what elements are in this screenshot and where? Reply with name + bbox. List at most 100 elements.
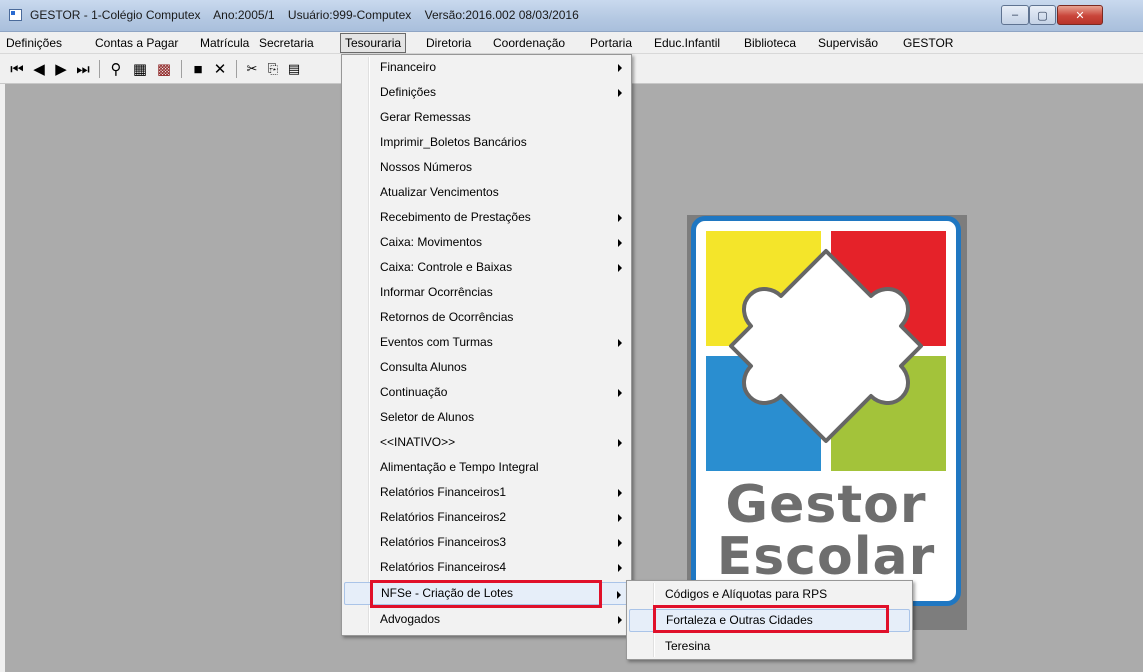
menu-item-label: Caixa: Movimentos <box>380 235 483 249</box>
submenu-arrow-icon <box>618 514 622 522</box>
submenu-arrow-icon <box>618 616 622 624</box>
menu-diretoria[interactable]: Diretoria <box>426 35 471 51</box>
menu-item-nossos-numeros[interactable]: Nossos Números <box>344 156 629 179</box>
menu-item-label: Atualizar Vencimentos <box>380 185 499 199</box>
menu-educ-infantil[interactable]: Educ.Infantil <box>654 35 720 51</box>
menu-item-label: Fortaleza e Outras Cidades <box>666 613 813 627</box>
menu-item-atualizar-vencimentos[interactable]: Atualizar Vencimentos <box>344 181 629 204</box>
menu-item-label: Caixa: Controle e Baixas <box>380 260 513 274</box>
menu-item-label: Relatórios Financeiros1 <box>380 485 507 499</box>
title-bar: GESTOR - 1-Colégio Computex Ano:2005/1 U… <box>0 0 1143 32</box>
menu-item-definicoes[interactable]: Definições <box>344 81 629 104</box>
menu-portaria[interactable]: Portaria <box>590 35 632 51</box>
menu-item-relatorios-financeiros2[interactable]: Relatórios Financeiros2 <box>344 506 629 529</box>
menu-item-label: Consulta Alunos <box>380 360 467 374</box>
submenu-arrow-icon <box>617 591 621 599</box>
menu-item-label: Nossos Números <box>380 160 473 174</box>
menu-item-seletor-alunos[interactable]: Seletor de Alunos <box>344 406 629 429</box>
menu-item-caixa-movimentos[interactable]: Caixa: Movimentos <box>344 231 629 254</box>
save-icon[interactable]: ■ <box>188 59 208 79</box>
menu-item-nfse-criacao-lotes[interactable]: NFSe - Criação de Lotes <box>344 582 629 605</box>
tesouraria-menu: Financeiro Definições Gerar Remessas Imp… <box>341 54 632 636</box>
menu-item-relatorios-financeiros4[interactable]: Relatórios Financeiros4 <box>344 556 629 579</box>
submenu-arrow-icon <box>618 339 622 347</box>
menu-item-alimentacao-tempo-integral[interactable]: Alimentação e Tempo Integral <box>344 456 629 479</box>
menu-item-financeiro[interactable]: Financeiro <box>344 56 629 79</box>
last-record-icon[interactable]: ⏭ <box>74 59 92 79</box>
menu-item-imprimir-boletos[interactable]: Imprimir_Boletos Bancários <box>344 131 629 154</box>
nfse-submenu: Códigos e Alíquotas para RPS Fortaleza e… <box>626 580 913 660</box>
menu-item-label: Seletor de Alunos <box>380 410 475 424</box>
toolbar-separator <box>181 60 182 78</box>
menu-matricula[interactable]: Matrícula <box>200 35 249 51</box>
menu-item-label: Retornos de Ocorrências <box>380 310 514 324</box>
paste-icon[interactable]: ▤ <box>285 59 303 79</box>
menu-contas-a-pagar[interactable]: Contas a Pagar <box>95 35 178 51</box>
menu-bar: Definições Contas a Pagar Matrícula Secr… <box>0 32 1143 54</box>
menu-item-relatorios-financeiros1[interactable]: Relatórios Financeiros1 <box>344 481 629 504</box>
toolbar-separator <box>236 60 237 78</box>
maximize-icon: ▢ <box>1037 9 1048 22</box>
window-left-border <box>0 84 5 672</box>
menu-item-label: Advogados <box>380 612 441 626</box>
menu-item-label: Relatórios Financeiros4 <box>380 560 507 574</box>
next-record-icon[interactable]: ▶ <box>52 59 70 79</box>
menu-item-label: Eventos com Turmas <box>380 335 493 349</box>
menu-item-consulta-alunos[interactable]: Consulta Alunos <box>344 356 629 379</box>
window-title: GESTOR - 1-Colégio Computex Ano:2005/1 U… <box>30 8 579 22</box>
submenu-arrow-icon <box>618 64 622 72</box>
menu-item-recebimento-prestacoes[interactable]: Recebimento de Prestações <box>344 206 629 229</box>
menu-item-inativo[interactable]: <<INATIVO>> <box>344 431 629 454</box>
menu-secretaria[interactable]: Secretaria <box>259 35 314 51</box>
submenu-arrow-icon <box>618 264 622 272</box>
cut-icon[interactable]: ✂ <box>243 59 261 79</box>
menu-item-caixa-controle-baixas[interactable]: Caixa: Controle e Baixas <box>344 256 629 279</box>
menu-supervisao[interactable]: Supervisão <box>818 35 878 51</box>
submenu-arrow-icon <box>618 489 622 497</box>
menu-item-label: Gerar Remessas <box>380 110 471 124</box>
menu-definicoes[interactable]: Definições <box>6 35 62 51</box>
menu-item-label: Códigos e Alíquotas para RPS <box>665 587 828 601</box>
close-button[interactable]: ✕ <box>1057 5 1103 25</box>
menu-coordenacao[interactable]: Coordenação <box>493 35 565 51</box>
menu-item-gerar-remessas[interactable]: Gerar Remessas <box>344 106 629 129</box>
submenu-arrow-icon <box>618 539 622 547</box>
copy-icon[interactable]: ⎘ <box>264 59 282 79</box>
search-icon[interactable]: ⚲ <box>106 59 126 79</box>
menu-item-label: NFSe - Criação de Lotes <box>381 586 514 600</box>
menu-item-label: Continuação <box>380 385 448 399</box>
menu-item-label: Definições <box>380 85 437 99</box>
menu-item-eventos-turmas[interactable]: Eventos com Turmas <box>344 331 629 354</box>
menu-item-label: Relatórios Financeiros2 <box>380 510 507 524</box>
logo-text-escolar: Escolar <box>716 527 936 587</box>
toolbar-separator <box>99 60 100 78</box>
cancel-icon[interactable]: ✕ <box>210 59 230 79</box>
prev-record-icon[interactable]: ◀ <box>30 59 48 79</box>
menu-item-retornos-ocorrencias[interactable]: Retornos de Ocorrências <box>344 306 629 329</box>
submenu-item-fortaleza-outras-cidades[interactable]: Fortaleza e Outras Cidades <box>629 609 910 632</box>
submenu-arrow-icon <box>618 89 622 97</box>
menu-item-informar-ocorrencias[interactable]: Informar Ocorrências <box>344 281 629 304</box>
filter-icon[interactable]: ▦ <box>130 59 150 79</box>
submenu-item-codigos-aliquotas-rps[interactable]: Códigos e Alíquotas para RPS <box>629 583 910 606</box>
submenu-item-teresina[interactable]: Teresina <box>629 635 910 658</box>
clear-filter-icon[interactable]: ▩ <box>154 59 174 79</box>
menu-item-label: Relatórios Financeiros3 <box>380 535 507 549</box>
menu-tesouraria[interactable]: Tesouraria <box>340 33 407 53</box>
maximize-button[interactable]: ▢ <box>1029 5 1056 25</box>
minimize-button[interactable]: – <box>1001 5 1029 25</box>
menu-gestor[interactable]: GESTOR <box>903 35 953 51</box>
menu-item-continuacao[interactable]: Continuação <box>344 381 629 404</box>
menu-biblioteca[interactable]: Biblioteca <box>744 35 796 51</box>
menu-item-label: Alimentação e Tempo Integral <box>380 460 539 474</box>
submenu-arrow-icon <box>618 239 622 247</box>
menu-item-relatorios-financeiros3[interactable]: Relatórios Financeiros3 <box>344 531 629 554</box>
app-icon <box>9 9 22 21</box>
menu-item-advogados[interactable]: Advogados <box>344 608 629 631</box>
menu-item-label: Informar Ocorrências <box>380 285 493 299</box>
logo-text-gestor: Gestor <box>725 475 927 535</box>
menu-item-label: Imprimir_Boletos Bancários <box>380 135 527 149</box>
first-record-icon[interactable]: ⏮ <box>8 59 26 79</box>
minimize-icon: – <box>1011 9 1019 21</box>
submenu-arrow-icon <box>618 439 622 447</box>
